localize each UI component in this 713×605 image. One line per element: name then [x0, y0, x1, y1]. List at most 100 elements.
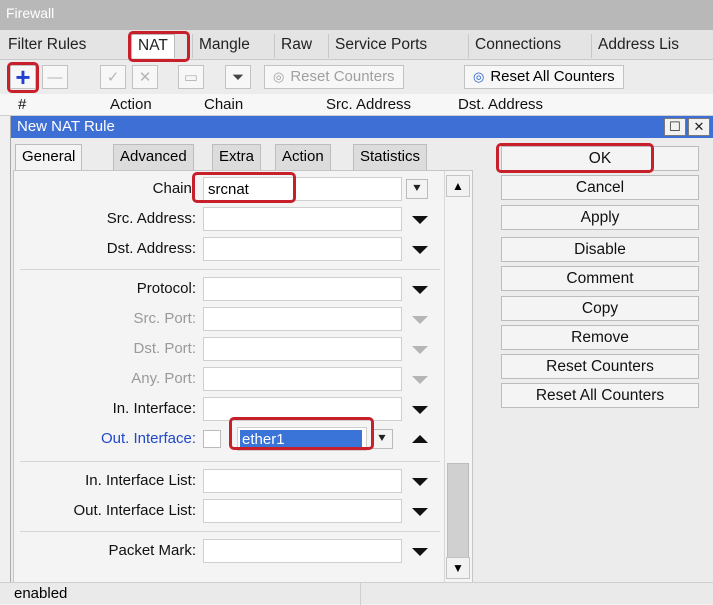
reset-counters-dialog-button[interactable]: Reset Counters	[501, 354, 699, 379]
tab-advanced[interactable]: Advanced	[113, 144, 194, 170]
dst-port-row: Dst. Port:	[14, 337, 444, 361]
column-number[interactable]: #	[18, 96, 26, 113]
any-port-label: Any. Port:	[131, 370, 196, 387]
divider	[20, 269, 440, 270]
tab-action[interactable]: Action	[275, 144, 331, 170]
out-interface-list-label: Out. Interface List:	[73, 502, 196, 519]
src-address-field[interactable]	[203, 207, 402, 231]
column-chain[interactable]: Chain	[204, 96, 243, 113]
tab-address-lists[interactable]: Address Lis	[591, 34, 685, 58]
reset-all-counters-dialog-button[interactable]: Reset All Counters	[501, 383, 699, 408]
src-port-label: Src. Port:	[133, 310, 196, 327]
in-interface-list-row: In. Interface List:	[14, 469, 444, 493]
dst-port-dropdown-icon[interactable]	[412, 346, 428, 354]
scrollbar[interactable]: ▲ ▼	[444, 171, 472, 582]
chain-field[interactable]: srcnat	[203, 177, 402, 201]
reset-all-counters-button[interactable]: ◎ Reset All Counters	[464, 65, 624, 89]
ok-button[interactable]: OK	[501, 146, 699, 171]
tab-mangle[interactable]: Mangle	[192, 34, 256, 58]
tab-service-ports[interactable]: Service Ports	[328, 34, 433, 58]
status-bar: enabled	[0, 582, 713, 605]
close-icon[interactable]: ✕	[688, 118, 710, 136]
dst-address-dropdown-icon[interactable]	[412, 246, 428, 254]
tab-nat[interactable]: NAT	[131, 34, 175, 58]
chain-value: srcnat	[208, 181, 249, 198]
in-interface-row: In. Interface:	[14, 397, 444, 421]
column-dst-address[interactable]: Dst. Address	[458, 96, 543, 113]
src-port-field[interactable]	[203, 307, 402, 331]
window-title: Firewall	[0, 0, 713, 30]
dst-address-row: Dst. Address:	[14, 237, 444, 261]
status-divider	[360, 583, 361, 605]
out-interface-list-dropdown-icon[interactable]	[412, 508, 428, 516]
chain-row: Chain: srcnat ⯆	[14, 177, 444, 201]
out-interface-field[interactable]: ether1	[237, 427, 367, 451]
packet-mark-dropdown-icon[interactable]	[412, 548, 428, 556]
collapse-up-icon[interactable]	[412, 435, 428, 443]
dialog-tabs: General Advanced Extra Action Statistics	[11, 138, 501, 170]
scrollbar-thumb[interactable]	[447, 463, 469, 563]
tab-raw[interactable]: Raw	[274, 34, 318, 58]
check-icon[interactable]: ✓	[100, 65, 126, 89]
packet-mark-field[interactable]	[203, 539, 402, 563]
src-port-row: Src. Port:	[14, 307, 444, 331]
src-address-row: Src. Address:	[14, 207, 444, 231]
src-address-label: Src. Address:	[106, 210, 196, 227]
protocol-label: Protocol:	[136, 280, 196, 297]
any-port-dropdown-icon[interactable]	[412, 376, 428, 384]
out-interface-value: ether1	[240, 430, 362, 449]
minus-icon[interactable]: —	[42, 65, 68, 89]
in-interface-list-field[interactable]	[203, 469, 402, 493]
chain-dropdown-icon[interactable]: ⯆	[406, 179, 428, 199]
out-interface-label: Out. Interface:	[100, 430, 196, 447]
column-action[interactable]: Action	[110, 96, 152, 113]
dst-port-field[interactable]	[203, 337, 402, 361]
out-interface-negate-checkbox[interactable]	[203, 430, 221, 448]
out-interface-dropdown-icon[interactable]: ⯆	[371, 429, 393, 449]
in-interface-list-label: In. Interface List:	[85, 472, 196, 489]
plus-icon[interactable]: +	[10, 64, 36, 90]
table-header: # Action Chain Src. Address Dst. Address	[0, 94, 713, 116]
any-port-row: Any. Port:	[14, 367, 444, 391]
copy-button[interactable]: Copy	[501, 296, 699, 321]
remove-button[interactable]: Remove	[501, 325, 699, 350]
in-interface-dropdown-icon[interactable]	[412, 406, 428, 414]
column-src-address[interactable]: Src. Address	[326, 96, 411, 113]
filter-icon[interactable]: ⏷	[225, 65, 251, 89]
packet-mark-row: Packet Mark:	[14, 539, 444, 563]
cancel-button[interactable]: Cancel	[501, 175, 699, 200]
toolbar: + — ✓ ✕ ▭ ⏷ ◎ Reset Counters ◎ Reset All C…	[0, 60, 713, 94]
disable-button[interactable]: Disable	[501, 237, 699, 262]
out-interface-list-field[interactable]	[203, 499, 402, 523]
tab-extra[interactable]: Extra	[212, 144, 262, 170]
dst-address-field[interactable]	[203, 237, 402, 261]
dialog-title: New NAT Rule	[11, 116, 713, 138]
dst-port-label: Dst. Port:	[133, 340, 196, 357]
reset-counters-button[interactable]: ◎ Reset Counters	[264, 65, 404, 89]
out-interface-list-row: Out. Interface List:	[14, 499, 444, 523]
src-port-dropdown-icon[interactable]	[412, 316, 428, 324]
x-icon[interactable]: ✕	[132, 65, 158, 89]
tab-statistics[interactable]: Statistics	[353, 144, 428, 170]
reset-icon: ◎	[473, 69, 485, 84]
tab-filter-rules[interactable]: Filter Rules	[2, 34, 92, 58]
tab-general[interactable]: General	[15, 144, 83, 170]
out-interface-row: Out. Interface: ether1 ⯆	[14, 427, 444, 451]
protocol-dropdown-icon[interactable]	[412, 286, 428, 294]
protocol-field[interactable]	[203, 277, 402, 301]
maximize-icon[interactable]: ☐	[664, 118, 686, 136]
tab-connections[interactable]: Connections	[468, 34, 567, 58]
apply-button[interactable]: Apply	[501, 205, 699, 230]
status-text: enabled	[14, 585, 68, 602]
in-interface-field[interactable]	[203, 397, 402, 421]
divider	[20, 531, 440, 532]
note-icon[interactable]: ▭	[178, 65, 204, 89]
packet-mark-label: Packet Mark:	[108, 542, 196, 559]
src-address-dropdown-icon[interactable]	[412, 216, 428, 224]
comment-button[interactable]: Comment	[501, 266, 699, 291]
in-interface-list-dropdown-icon[interactable]	[412, 478, 428, 486]
scroll-up-icon[interactable]: ▲	[446, 175, 470, 197]
reset-icon: ◎	[273, 69, 285, 84]
scroll-down-icon[interactable]: ▼	[446, 557, 470, 579]
any-port-field[interactable]	[203, 367, 402, 391]
